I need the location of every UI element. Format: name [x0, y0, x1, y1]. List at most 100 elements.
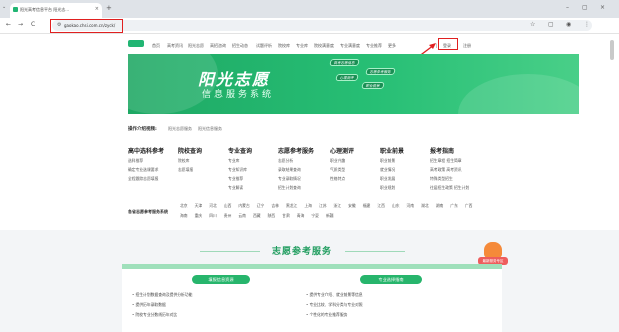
province-link[interactable]: 贵州: [224, 213, 232, 218]
account-icon[interactable]: ◉: [566, 21, 571, 28]
title-divider-right: [345, 251, 405, 252]
category-link[interactable]: 特殊类型招生: [430, 176, 490, 182]
dropdown-icon[interactable]: ⌄: [2, 4, 6, 10]
card-bullet: 院校专业分数线历年对比: [132, 312, 177, 318]
nav-item[interactable]: 阳光志愿: [188, 43, 204, 49]
tab-bar: ⌄ 阳光高考信息平台 阳光志... × + – ▢ ×: [0, 0, 619, 18]
badge-icon: [484, 242, 502, 258]
card-pill-left[interactable]: 填报信息资源: [192, 275, 250, 284]
card-bullet: 个性化的专业推荐服务: [306, 312, 347, 318]
register-link[interactable]: 注册: [463, 43, 471, 49]
province-link[interactable]: 天津: [195, 203, 203, 208]
browser-tab[interactable]: 阳光高考信息平台 阳光志... ×: [10, 3, 102, 18]
province-link[interactable]: 山西: [224, 203, 232, 208]
hero-decoration: [458, 74, 579, 114]
nav-item[interactable]: 高考资讯: [167, 43, 183, 49]
province-link[interactable]: 上海: [304, 203, 312, 208]
category-link[interactable]: 专业录取情况: [278, 176, 338, 182]
province-link[interactable]: 湖北: [421, 203, 429, 208]
category-link[interactable]: 招生章程 招生简章: [430, 158, 490, 164]
province-link[interactable]: 重庆: [195, 213, 203, 218]
page-scrollbar[interactable]: [610, 40, 614, 60]
nav-item[interactable]: 试题评析: [256, 43, 272, 49]
province-link[interactable]: 安徽: [348, 203, 356, 208]
tab-close-icon[interactable]: ×: [95, 6, 99, 12]
category-title[interactable]: 报考指南: [430, 146, 490, 155]
new-tab-button[interactable]: +: [106, 4, 112, 12]
category-link[interactable]: 全程跟踪志愿填报: [128, 176, 188, 182]
province-link[interactable]: 吉林: [271, 203, 279, 208]
nav-item[interactable]: 首页: [152, 43, 160, 49]
category-link[interactable]: 志愿分析: [278, 158, 338, 164]
nav-item[interactable]: 专业满意度: [340, 43, 360, 49]
nav-item[interactable]: 院校满意度: [314, 43, 334, 49]
site-logo[interactable]: [128, 40, 144, 47]
category-link[interactable]: 往届招生政策 招生计划: [430, 185, 490, 191]
address-bar[interactable]: [52, 20, 592, 31]
nav-item[interactable]: 专业库: [296, 43, 308, 49]
province-link[interactable]: 西藏: [253, 213, 261, 218]
province-link[interactable]: 海南: [180, 213, 188, 218]
profile-icon[interactable]: ▢: [548, 21, 554, 28]
card-bullet: 提供历年录取数据: [132, 302, 165, 308]
province-link[interactable]: 黑龙江: [286, 203, 297, 208]
nav-item[interactable]: 专业推荐: [366, 43, 382, 49]
province-link[interactable]: 四川: [209, 213, 217, 218]
hero-tag: 志愿参考服务: [365, 68, 396, 75]
province-link[interactable]: 云南: [238, 213, 246, 218]
province-row: 海南 重庆 四川 贵州 云南 西藏 陕西 甘肃 青海 宁夏 新疆: [180, 213, 341, 219]
site-header: [0, 35, 619, 52]
reload-icon[interactable]: C: [31, 21, 35, 28]
card-bullet: 招生计划数据查询及提供分析功能: [132, 292, 192, 298]
province-link[interactable]: 江西: [377, 203, 385, 208]
province-link[interactable]: 青海: [297, 213, 305, 218]
province-link[interactable]: 广西: [465, 203, 473, 208]
category-link[interactable]: 录取结果查询: [278, 167, 338, 173]
browser-window: ⌄ 阳光高考信息平台 阳光志... × + – ▢ × ← → C ⚙ gaok…: [0, 0, 619, 332]
category-link[interactable]: 高考政策 高考资讯: [430, 167, 490, 173]
minimize-button[interactable]: –: [566, 4, 569, 11]
province-section-label: 各省志愿参考服务系统: [128, 209, 168, 214]
service-section-title: 志愿参考服务: [272, 247, 333, 257]
province-row: 北京 天津 河北 山西 内蒙古 辽宁 吉林 黑龙江 上海 江苏 浙江 安徽 福建 江西 山东 河南 湖北 湖南 广东…: [180, 203, 479, 209]
nav-item[interactable]: 更多: [388, 43, 396, 49]
province-link[interactable]: 辽宁: [257, 203, 265, 208]
province-link[interactable]: 陕西: [268, 213, 276, 218]
tab-title: 阳光高考信息平台 阳光志...: [20, 7, 70, 12]
function-nav-item[interactable]: 阳光志愿服务: [168, 126, 192, 132]
province-link[interactable]: 湖南: [436, 203, 444, 208]
province-link[interactable]: 河南: [407, 203, 415, 208]
nav-item[interactable]: 高招咨询: [210, 43, 226, 49]
province-link[interactable]: 北京: [180, 203, 188, 208]
nav-item[interactable]: 招生动态: [232, 43, 248, 49]
function-nav-item[interactable]: 阳光信息服务: [198, 126, 222, 132]
hero-tag: 高考志愿信息: [329, 59, 360, 66]
card-pill-right[interactable]: 专业选择指南: [360, 275, 422, 284]
close-window-button[interactable]: ×: [600, 4, 605, 11]
province-link[interactable]: 福建: [363, 203, 371, 208]
star-icon[interactable]: ☆: [530, 21, 535, 28]
hero-subtitle: 信息服务系统: [202, 90, 275, 100]
back-icon[interactable]: ←: [6, 21, 11, 28]
category-link[interactable]: 招生计划查询: [278, 185, 338, 191]
maximize-button[interactable]: ▢: [582, 4, 588, 11]
menu-icon[interactable]: ⋮: [584, 21, 590, 28]
province-link[interactable]: 新疆: [326, 213, 334, 218]
url-highlight-box: [50, 19, 123, 33]
nav-item[interactable]: 院校库: [278, 43, 290, 49]
province-link[interactable]: 江苏: [319, 203, 327, 208]
province-link[interactable]: 内蒙古: [238, 203, 249, 208]
hero-tag: 职业前景: [361, 82, 385, 89]
province-link[interactable]: 广东: [450, 203, 458, 208]
category-title[interactable]: 志愿参考服务: [278, 146, 338, 155]
hero-tag: 心理测评: [335, 74, 359, 81]
forward-icon[interactable]: →: [18, 21, 23, 28]
province-link[interactable]: 宁夏: [311, 213, 319, 218]
province-link[interactable]: 山东: [392, 203, 400, 208]
province-link[interactable]: 河北: [209, 203, 217, 208]
province-link[interactable]: 甘肃: [282, 213, 290, 218]
login-link[interactable]: 登录: [443, 43, 451, 49]
function-nav-label: 操作介绍视频:: [128, 127, 157, 132]
province-link[interactable]: 浙江: [334, 203, 342, 208]
card-bullet: 专业比较、学科分类与专业对照: [306, 302, 362, 308]
